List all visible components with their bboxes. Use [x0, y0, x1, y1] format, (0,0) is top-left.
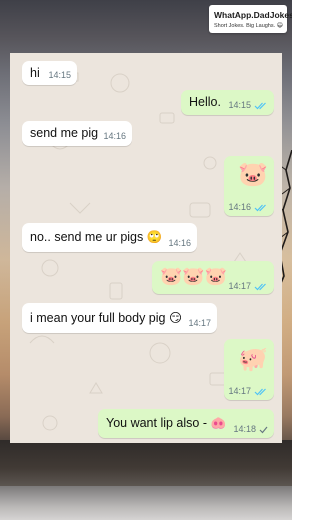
message-bubble-outgoing[interactable]: Hello. 14:15: [181, 90, 274, 115]
message-text: send me pig: [30, 126, 99, 140]
double-tick-read-icon: [254, 102, 266, 109]
message-meta: 14:17: [228, 386, 268, 396]
message-meta: 14:18: [233, 424, 268, 434]
snowy-field: [0, 486, 292, 520]
message-bubble-incoming[interactable]: no.. send me ur pigs 🙄 14:16: [22, 223, 197, 252]
double-tick-read-icon: [254, 283, 266, 290]
message-meta: 14:17: [228, 281, 268, 291]
message-time: 14:17: [228, 386, 251, 396]
message-text: hi: [30, 66, 40, 80]
message-bubble-outgoing[interactable]: 🐖 14:17: [224, 339, 274, 400]
message-bubble-incoming[interactable]: hi 14:15: [22, 61, 77, 85]
message-time: 14:17: [188, 318, 211, 328]
pig-face-emoji: 🐷: [238, 161, 268, 188]
chat-panel[interactable]: hi 14:15 Hello. 14:15 send me pig 14:16 …: [10, 53, 282, 443]
message-text: Hello.: [189, 95, 221, 109]
double-tick-read-icon: [254, 204, 266, 211]
message-time: 14:16: [168, 238, 191, 248]
message-text: no.. send me ur pigs 🙄: [30, 230, 163, 244]
pig-emoji: 🐖: [238, 346, 268, 373]
message-time: 14:16: [228, 202, 251, 212]
watermark-badge: WhatApp.DadJokes Short Jokes. Big Laughs…: [209, 5, 292, 33]
message-text: i mean your full body pig 😏: [30, 311, 182, 325]
watermark-subtitle-text: Short Jokes. Big Laughs.: [214, 23, 276, 29]
three-pig-faces-emoji: 🐷🐷🐷: [160, 266, 228, 286]
message-text: You want lip also - 🐽: [106, 416, 227, 430]
message-bubble-outgoing[interactable]: 🐷🐷🐷 14:17: [152, 261, 274, 294]
message-time: 14:17: [228, 281, 251, 291]
message-meta: 14:15: [228, 100, 268, 110]
watermark-subtitle: Short Jokes. Big Laughs. 😄: [214, 22, 283, 29]
screenshot-canvas: WhatApp.DadJokes Short Jokes. Big Laughs…: [0, 0, 292, 520]
watermark-title: WhatApp.DadJokes: [214, 10, 292, 20]
message-time: 14:15: [228, 100, 251, 110]
laughing-emoji: 😄: [276, 23, 283, 29]
double-tick-read-icon: [254, 388, 266, 395]
message-bubble-outgoing[interactable]: You want lip also - 🐽 14:18: [98, 409, 274, 438]
message-bubble-incoming[interactable]: send me pig 14:16: [22, 121, 132, 146]
message-time: 14:16: [103, 131, 126, 141]
message-time: 14:18: [233, 424, 256, 434]
message-bubble-incoming[interactable]: i mean your full body pig 😏 14:17: [22, 303, 217, 333]
message-bubble-outgoing[interactable]: 🐷 14:16: [224, 156, 274, 216]
message-meta: 14:16: [228, 202, 268, 212]
single-tick-sent-icon: [259, 426, 268, 434]
message-time: 14:15: [48, 70, 71, 80]
